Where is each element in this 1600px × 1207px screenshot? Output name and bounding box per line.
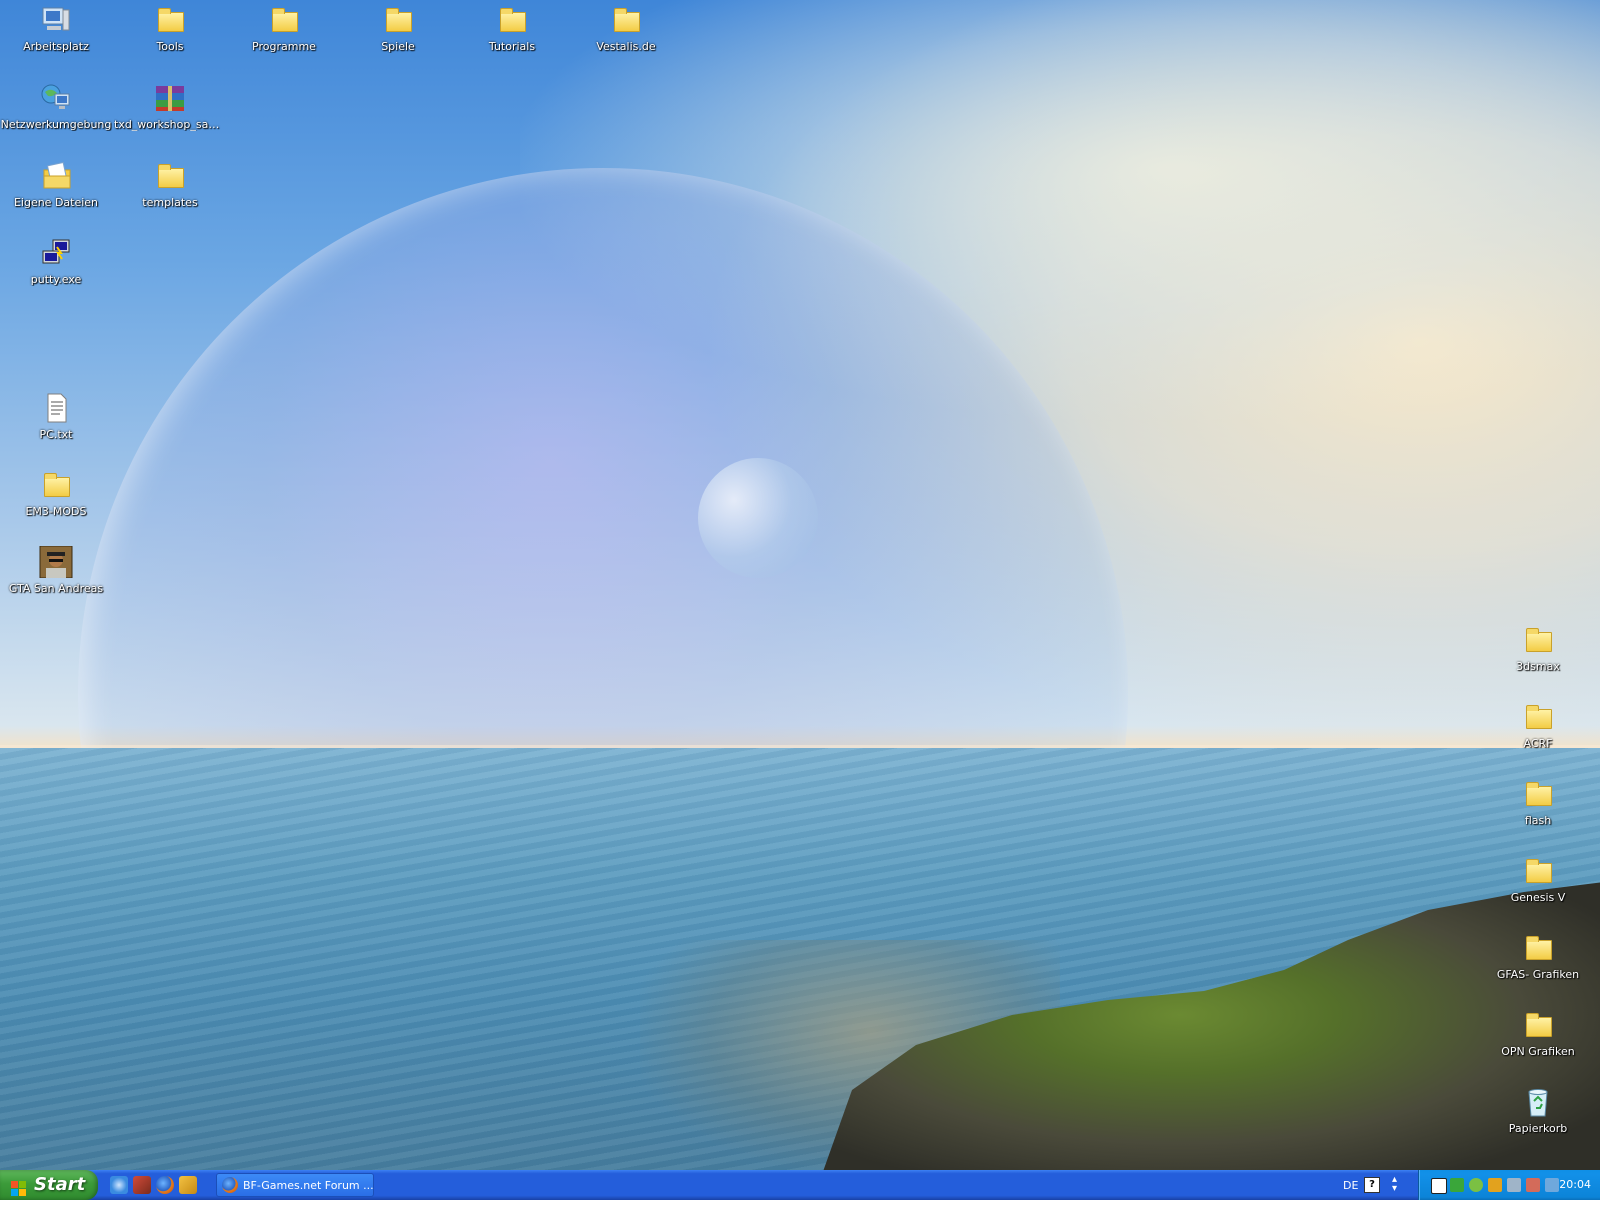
- chevron-icon[interactable]: ▴ ▾: [1392, 1175, 1397, 1194]
- desktop-icon-vestalis[interactable]: Vestalis.de: [570, 4, 682, 53]
- folder-icon: [1521, 624, 1555, 656]
- internet-explorer-icon[interactable]: [110, 1176, 128, 1194]
- desktop-icon-gta-san-andreas[interactable]: GTA San Andreas: [0, 545, 112, 595]
- folder-icon: [609, 4, 643, 36]
- folder-icon: [1521, 932, 1555, 964]
- folder-icon: [1521, 855, 1555, 887]
- desktop-icon-pc-txt[interactable]: PC.txt: [0, 392, 112, 441]
- desktop-icon-acrf[interactable]: ACRF: [1482, 701, 1594, 750]
- winrar-archive-icon: [153, 82, 187, 114]
- folder-icon: [267, 4, 301, 36]
- desktop-icon-spiele[interactable]: Spiele: [342, 4, 454, 53]
- wallpaper-moon: [698, 458, 818, 578]
- my-documents-icon: [39, 160, 73, 192]
- desktop-icon-eigene-dateien[interactable]: Eigene Dateien: [0, 160, 112, 209]
- folder-icon: [153, 4, 187, 36]
- start-label: Start: [34, 1174, 86, 1195]
- desktop-icon-3dsmax[interactable]: 3dsmax: [1482, 624, 1594, 673]
- start-button[interactable]: Start: [0, 1170, 98, 1200]
- desktop-icon-templates[interactable]: templates: [114, 160, 226, 209]
- winamp-tray-icon[interactable]: [1488, 1178, 1502, 1192]
- connection-tray-icon[interactable]: [1545, 1178, 1559, 1192]
- system-tray: 20:04: [1418, 1170, 1600, 1200]
- taskbar-button-label: BF-Games.net Forum ...: [243, 1179, 374, 1192]
- desktop-icon-tutorials[interactable]: Tutorials: [456, 4, 568, 53]
- desktop-icon-txd-workshop[interactable]: txd_workshop_sana...: [114, 82, 226, 131]
- network-tray-icon[interactable]: [1507, 1178, 1521, 1192]
- firefox-icon: [222, 1177, 238, 1193]
- folder-icon: [39, 469, 73, 501]
- desktop-icon-opn-grafiken[interactable]: OPN Grafiken: [1482, 1009, 1594, 1058]
- m-tray-icon[interactable]: [1431, 1178, 1447, 1194]
- desktop-icon-genesis-v[interactable]: Genesis V: [1482, 855, 1594, 904]
- network-icon: [39, 82, 73, 114]
- taskbar: Start BF-Games.net Forum ... DE ? ▴ ▾ 20:…: [0, 1170, 1600, 1200]
- desktop-icon-tools[interactable]: Tools: [114, 4, 226, 53]
- firefox-icon[interactable]: [156, 1176, 174, 1194]
- desktop-icon-arbeitsplatz[interactable]: Arbeitsplatz: [0, 4, 112, 53]
- help-icon[interactable]: ?: [1364, 1177, 1380, 1193]
- folder-icon: [1521, 1009, 1555, 1041]
- desktop-icon-programme[interactable]: Programme: [228, 4, 340, 53]
- putty-icon: [39, 237, 73, 269]
- desktop-icon-flash[interactable]: flash: [1482, 778, 1594, 827]
- folder-icon: [153, 160, 187, 192]
- windows-flag-icon: [11, 1177, 27, 1196]
- desktop-icon-netzwerkumgebung[interactable]: Netzwerkumgebung: [0, 82, 112, 131]
- user-tray-icon[interactable]: [1526, 1178, 1540, 1192]
- folder-icon: [381, 4, 415, 36]
- folder-icon: [495, 4, 529, 36]
- winamp-icon[interactable]: [179, 1176, 197, 1194]
- recycle-bin-icon: [1521, 1086, 1555, 1118]
- gta-icon: [39, 545, 73, 579]
- folder-icon: [1521, 701, 1555, 733]
- desktop-icon-putty[interactable]: putty.exe: [0, 237, 112, 286]
- clock[interactable]: 20:04: [1559, 1178, 1591, 1191]
- media-icon[interactable]: [133, 1176, 151, 1194]
- language-indicator[interactable]: DE: [1343, 1179, 1358, 1192]
- desktop-icon-em3-mods[interactable]: EM3-MODS: [0, 469, 112, 518]
- shield-tray-icon[interactable]: [1469, 1178, 1483, 1192]
- desktop: Arbeitsplatz Tools Programme Spiele Tuto…: [0, 0, 1600, 1170]
- power-tray-icon[interactable]: [1450, 1178, 1464, 1192]
- taskbar-button-firefox-window[interactable]: BF-Games.net Forum ...: [216, 1173, 374, 1197]
- text-file-icon: [39, 392, 73, 424]
- desktop-icon-papierkorb[interactable]: Papierkorb: [1482, 1086, 1594, 1135]
- desktop-icon-gfas-grafiken[interactable]: GFAS- Grafiken: [1482, 932, 1594, 981]
- folder-icon: [1521, 778, 1555, 810]
- my-computer-icon: [39, 4, 73, 36]
